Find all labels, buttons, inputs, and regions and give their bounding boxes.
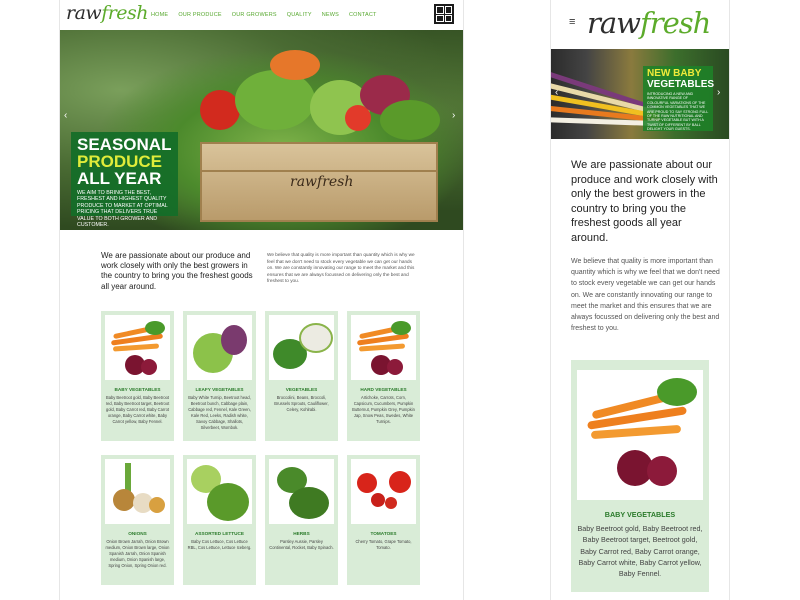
hard-vegetables-image [351,315,416,380]
baby-vegetables-image [577,370,703,500]
intro-body-text: We believe that quality is more importan… [267,252,415,284]
category-title: TOMATOES [370,531,397,536]
herbs-image [269,459,334,524]
category-card-baby-vegetables[interactable]: BABY VEGETABLES Baby Beetroot gold, Baby… [101,311,174,441]
mobile-category-title: BABY VEGETABLES [604,510,676,519]
category-card-hard-vegetables[interactable]: HARD VEGETABLES Artichoke, Carrots, Corn… [347,311,420,441]
category-title: ONIONS [128,531,147,536]
mobile-hero-caption: NEW BABY VEGETABLES INTRODUCING A NEW AN… [643,66,715,132]
produce-grid: BABY VEGETABLES Baby Beetroot gold, Baby… [101,311,426,585]
slider-next-icon[interactable]: › [452,110,455,121]
category-description: Baby Beetroot gold, Baby Beetroot red, B… [105,395,170,424]
baby-vegetables-image [105,315,170,380]
slider-prev-icon[interactable]: ‹ [64,110,67,121]
category-title: ASSORTED LETTUCE [195,531,244,536]
category-card-vegetables[interactable]: VEGETABLES Broccolini, Beans, Broccoli, … [265,311,338,441]
hero-title-line3: ALL YEAR [77,169,162,188]
mobile-category-description: Baby Beetroot gold, Baby Beetroot red, B… [577,524,703,579]
category-description: Broccolini, Beans, Broccoli, Brussels Sp… [274,395,329,412]
hero-title-line2: PRODUCE [77,152,163,171]
hero-caption: SEASONAL PRODUCE ALL YEAR WE AIM TO BRIN… [71,132,178,228]
slider-next-icon[interactable]: › [717,87,720,98]
mobile-hero-slider: ‹ › NEW BABY VEGETABLES INTRODUCING A NE… [551,49,729,139]
category-title: HERBS [293,531,310,536]
category-title: LEAFY VEGETABLES [195,387,244,392]
category-card-leafy-vegetables[interactable]: LEAFY VEGETABLES Baby White Turnip, Beet… [183,311,256,441]
hero-subtitle: WE AIM TO BRING THE BEST, FRESHEST AND H… [77,190,168,229]
assorted-lettuce-image [187,459,252,524]
mobile-hero-title-line2: VEGETABLES [647,79,715,90]
nav-our-growers[interactable]: OUR GROWERS [232,12,277,18]
logo-text-fresh: fresh [101,2,149,24]
mobile-intro-lead-text: We are passionate about our produce and … [571,159,718,244]
mobile-hero-subtitle: INTRODUCING A NEW AND INNOVATIVE RANGE O… [647,92,709,132]
leaves-image [380,100,440,140]
nav-home[interactable]: HOME [151,12,168,18]
category-card-herbs[interactable]: HERBS Parsley Aussie, Parsley Continenta… [265,455,338,585]
category-card-assorted-lettuce[interactable]: ASSORTED LETTUCE Baby Cos Lettuce, Cos L… [183,455,256,585]
category-card-onions[interactable]: ONIONS Onion Brown Jarrah, Onion Brown m… [101,455,174,585]
mobile-category-card-baby-vegetables[interactable]: BABY VEGETABLES Baby Beetroot gold, Baby… [571,360,709,592]
tomato-image [200,90,240,130]
category-description: Cherry Tomato, Grape Tomato, Tomato. [355,539,412,550]
site-header: rawfresh HOME OUR PRODUCE OUR GROWERS QU… [60,0,463,30]
category-card-tomatoes[interactable]: TOMATOES Cherry Tomato, Grape Tomato, To… [347,455,420,585]
nav-contact[interactable]: CONTACT [349,12,377,18]
logo-text-raw: raw [587,6,641,40]
mobile-mockup: ≡ rawfresh ‹ › NEW BABY VEGETABLES INTRO… [550,0,730,600]
mobile-hero-title-line1: NEW BABY [647,68,702,79]
certification-badge-icon [434,4,454,24]
slider-prev-icon[interactable]: ‹ [555,87,558,98]
site-logo[interactable]: rawfresh [66,2,149,24]
hero-slider: rawfresh ‹ › SEASONAL PRODUCE ALL YEAR W… [60,30,463,230]
carrot-image [270,50,320,80]
leafy-vegetables-image [187,315,252,380]
category-title: BABY VEGETABLES [114,387,161,392]
intro-lead-text: We are passionate about our produce and … [101,251,253,291]
logo-text-fresh: fresh [639,6,711,40]
category-description: Parsley Aussie, Parsley Continental, Roc… [269,539,334,550]
logo-text-raw: raw [66,2,102,24]
category-description: Onion Brown Jarrah, Onion Brown medium, … [105,539,170,568]
vegetables-image [269,315,334,380]
category-description: Baby White Turnip, Beetroot head, Beetro… [188,395,251,430]
nav-our-produce[interactable]: OUR PRODUCE [178,12,221,18]
crate-image: rawfresh [200,142,438,222]
category-description: Baby Cos Lettuce, Cos Lettuce RBL, Cos L… [187,539,252,550]
category-description: Artichoke, Carrots, Corn, Capsicum, Cucu… [352,395,415,424]
nav-news[interactable]: NEWS [322,12,339,18]
mobile-intro-body-text: We believe that quality is more importan… [571,258,720,333]
tomatoes-image [351,459,416,524]
crate-brand-text: rawfresh [290,174,354,190]
category-title: VEGETABLES [285,387,318,392]
nav-quality[interactable]: QUALITY [287,12,312,18]
desktop-mockup: rawfresh HOME OUR PRODUCE OUR GROWERS QU… [59,0,464,600]
onions-image [105,459,170,524]
hero-title-line1: SEASONAL [77,135,172,154]
hamburger-menu-icon[interactable]: ≡ [569,16,575,28]
main-nav: HOME OUR PRODUCE OUR GROWERS QUALITY NEW… [151,12,377,18]
site-logo[interactable]: rawfresh [587,6,711,40]
category-title: HARD VEGETABLES [360,387,407,392]
